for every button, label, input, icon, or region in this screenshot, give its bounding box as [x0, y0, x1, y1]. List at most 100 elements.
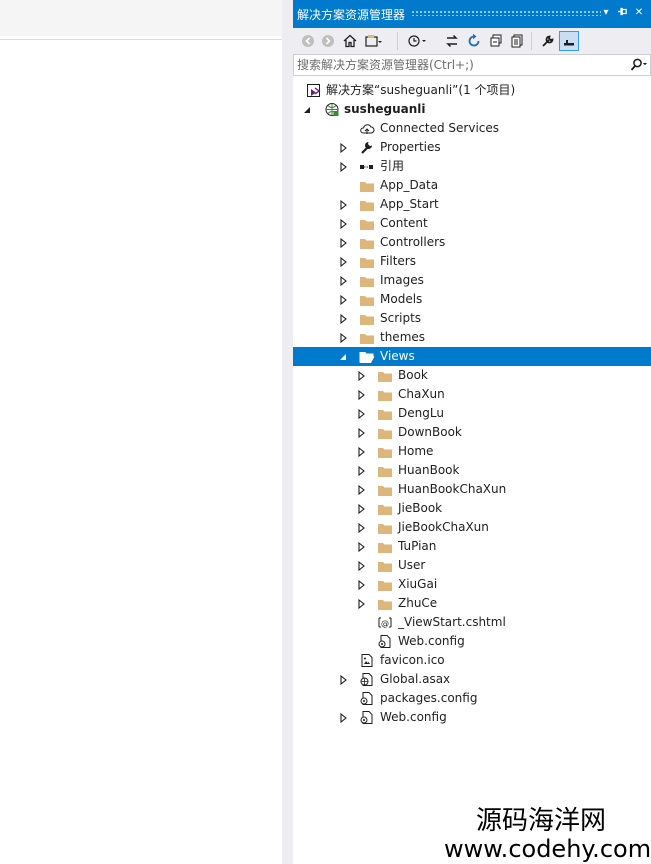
show-all-files-icon — [511, 34, 523, 48]
tree-item-content[interactable]: Content — [293, 214, 651, 233]
tree-item-susheguanli[interactable]: susheguanli — [293, 100, 651, 119]
tree-item-themes[interactable]: themes — [293, 328, 651, 347]
search-button[interactable] — [630, 57, 648, 73]
tree-item-label: XiuGai — [398, 577, 438, 591]
tree-item-user[interactable]: User — [293, 556, 651, 575]
back-icon — [302, 35, 314, 47]
tree-item-packages-config[interactable]: packages.config — [293, 689, 651, 708]
switch-views-button[interactable] — [363, 31, 383, 51]
back-button[interactable] — [298, 31, 318, 51]
tree-item-label: packages.config — [380, 691, 478, 705]
collapsed-arrow-icon[interactable] — [356, 598, 366, 609]
collapsed-arrow-icon[interactable] — [338, 218, 348, 229]
watermark-line2: www.codehy.com — [444, 835, 651, 863]
asax-file-icon — [359, 672, 375, 687]
collapsed-arrow-icon[interactable] — [356, 541, 366, 552]
tree-item-favicon-ico[interactable]: favicon.ico — [293, 651, 651, 670]
tree-item-book[interactable]: Book — [293, 366, 651, 385]
close-button[interactable]: ✕ — [632, 6, 646, 20]
tree-item-downbook[interactable]: DownBook — [293, 423, 651, 442]
tree-item-[interactable]: 引用 — [293, 157, 651, 176]
collapsed-arrow-icon[interactable] — [338, 161, 348, 172]
tree-item-properties[interactable]: Properties — [293, 138, 651, 157]
panel-title-bar[interactable]: 解决方案资源管理器 ▾ ✕ — [293, 0, 651, 28]
tree-item-huanbook[interactable]: HuanBook — [293, 461, 651, 480]
tree-item-global-asax[interactable]: Global.asax — [293, 670, 651, 689]
title-grip[interactable] — [411, 10, 601, 16]
expanded-arrow-icon[interactable] — [338, 351, 348, 362]
tree-item-viewstart-cshtml[interactable]: @ _ViewStart.cshtml — [293, 613, 651, 632]
tree-item-denglu[interactable]: DengLu — [293, 404, 651, 423]
collapsed-arrow-icon[interactable] — [356, 408, 366, 419]
window-position-button[interactable]: ▾ — [599, 6, 613, 20]
editor-divider — [0, 39, 282, 40]
tree-item-scripts[interactable]: Scripts — [293, 309, 651, 328]
folder-icon — [377, 368, 393, 383]
collapsed-arrow-icon[interactable] — [338, 275, 348, 286]
folder-icon — [377, 406, 393, 421]
collapsed-arrow-icon[interactable] — [356, 370, 366, 381]
tree-item-jiebook[interactable]: JieBook — [293, 499, 651, 518]
tree-item-controllers[interactable]: Controllers — [293, 233, 651, 252]
pending-changes-button[interactable] — [407, 31, 427, 51]
forward-button[interactable] — [318, 31, 338, 51]
collapsed-arrow-icon[interactable] — [356, 579, 366, 590]
collapsed-arrow-icon[interactable] — [338, 256, 348, 267]
folder-icon — [377, 463, 393, 478]
collapsed-arrow-icon[interactable] — [338, 332, 348, 343]
preview-selected-items-button[interactable] — [559, 31, 579, 51]
refresh-button[interactable] — [464, 31, 484, 51]
collapsed-arrow-icon[interactable] — [338, 142, 348, 153]
tree-item-jiebookchaxun[interactable]: JieBookChaXun — [293, 518, 651, 537]
tree-item-images[interactable]: Images — [293, 271, 651, 290]
collapsed-arrow-icon[interactable] — [356, 560, 366, 571]
tree-item-zhuce[interactable]: ZhuCe — [293, 594, 651, 613]
tree-item-tupian[interactable]: TuPian — [293, 537, 651, 556]
collapse-all-icon — [490, 34, 502, 47]
tree-item-filters[interactable]: Filters — [293, 252, 651, 271]
search-input[interactable] — [297, 57, 622, 73]
collapsed-arrow-icon[interactable] — [338, 237, 348, 248]
properties-button[interactable] — [538, 31, 558, 51]
auto-hide-pin-button[interactable] — [615, 6, 629, 20]
tree-item-app-data[interactable]: App_Data — [293, 176, 651, 195]
collapsed-arrow-icon[interactable] — [356, 484, 366, 495]
show-all-files-button[interactable] — [507, 31, 527, 51]
refresh-icon — [468, 33, 480, 47]
tree-item-web-config[interactable]: Web.config — [293, 632, 651, 651]
tree-item-app-start[interactable]: App_Start — [293, 195, 651, 214]
tree-item-label: 解决方案“susheguanli”(1 个项目) — [326, 83, 516, 97]
tree-item-susheguanli-1[interactable]: 解决方案“susheguanli”(1 个项目) — [293, 81, 651, 100]
preview-icon — [564, 40, 574, 46]
collapsed-arrow-icon[interactable] — [356, 389, 366, 400]
collapsed-arrow-icon[interactable] — [356, 465, 366, 476]
tree-item-models[interactable]: Models — [293, 290, 651, 309]
home-icon — [343, 34, 357, 48]
panel-splitter[interactable] — [282, 0, 293, 864]
tree-item-connected-services[interactable]: Connected Services — [293, 119, 651, 138]
collapsed-arrow-icon[interactable] — [356, 427, 366, 438]
collapsed-arrow-icon[interactable] — [356, 522, 366, 533]
tree-item-home[interactable]: Home — [293, 442, 651, 461]
tree-item-web-config[interactable]: Web.config — [293, 708, 651, 727]
folder-icon — [377, 596, 393, 611]
collapse-all-button[interactable] — [486, 31, 506, 51]
collapsed-arrow-icon[interactable] — [338, 674, 348, 685]
tree-item-huanbookchaxun[interactable]: HuanBookChaXun — [293, 480, 651, 499]
tree-item-label: favicon.ico — [380, 653, 445, 667]
collapsed-arrow-icon[interactable] — [338, 294, 348, 305]
home-button[interactable] — [340, 31, 360, 51]
tree-item-xiugai[interactable]: XiuGai — [293, 575, 651, 594]
tree-item-label: Home — [398, 444, 434, 458]
sync-button[interactable] — [442, 31, 462, 51]
collapsed-arrow-icon[interactable] — [338, 199, 348, 210]
editor-area — [0, 0, 282, 864]
collapsed-arrow-icon[interactable] — [338, 712, 348, 723]
tree-item-chaxun[interactable]: ChaXun — [293, 385, 651, 404]
folder-icon — [359, 330, 375, 345]
collapsed-arrow-icon[interactable] — [356, 446, 366, 457]
collapsed-arrow-icon[interactable] — [356, 503, 366, 514]
collapsed-arrow-icon[interactable] — [338, 313, 348, 324]
tree-item-views[interactable]: Views — [293, 347, 651, 366]
expanded-arrow-icon[interactable] — [302, 104, 312, 115]
